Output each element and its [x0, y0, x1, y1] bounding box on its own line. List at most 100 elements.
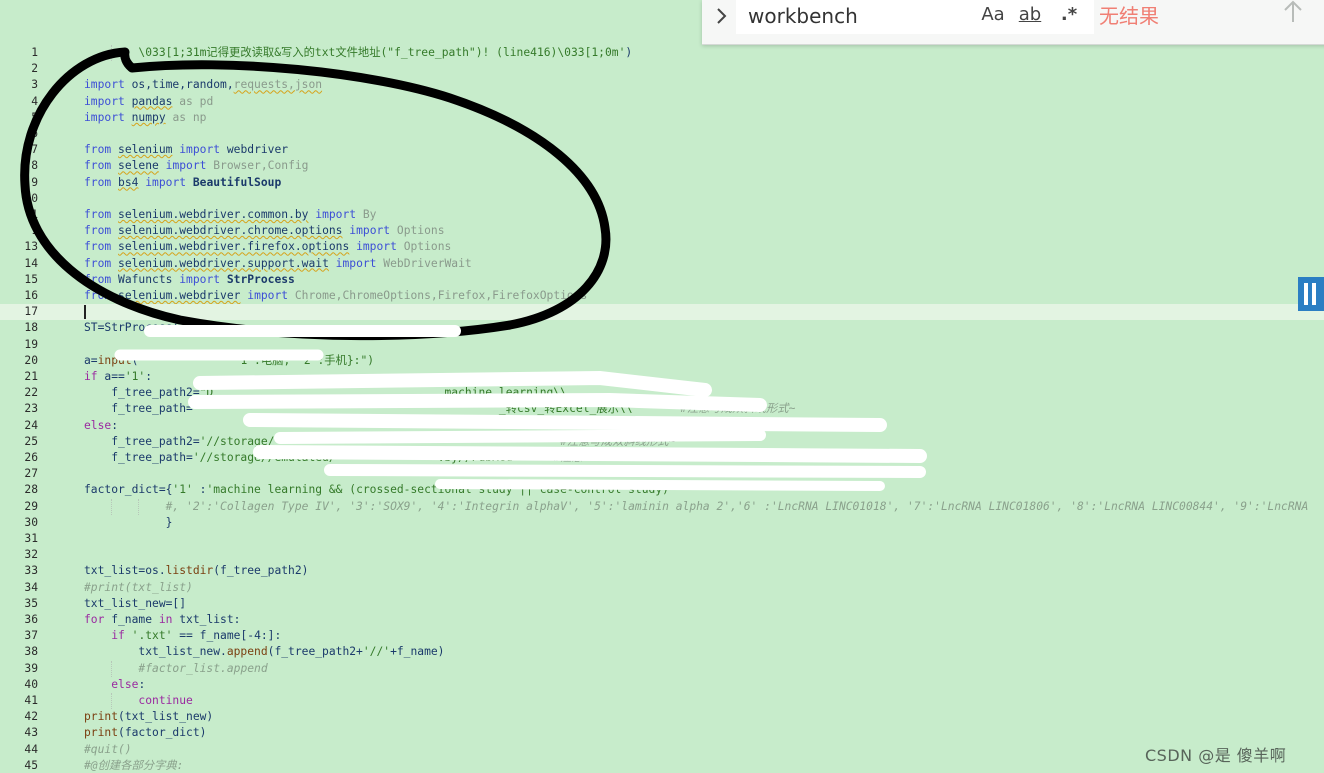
find-input[interactable]: [748, 4, 968, 28]
code-line[interactable]: 7 from selenium import webdriver: [0, 142, 1324, 158]
code-line[interactable]: 16 from selenium.webdriver import Chrome,…: [0, 288, 1324, 304]
code-line[interactable]: 39 #factor_list.append: [0, 660, 1324, 677]
code-line[interactable]: 32: [0, 547, 1324, 563]
code-line[interactable]: 25 f_tree_path2='//storage/ #注意写成双斜线形式~: [0, 434, 1324, 450]
code-line[interactable]: 13 from selenium.webdriver.firefox.option…: [0, 239, 1324, 255]
code-text: from Wafuncts import StrProcess: [84, 272, 295, 288]
code-token: selenium.webdriver.chrome.options: [118, 224, 343, 238]
code-line[interactable]: 2: [0, 61, 1324, 77]
code-line[interactable]: 30 }: [0, 515, 1324, 531]
code-line[interactable]: 26 f_tree_path='//storage//emulated/ .by…: [0, 450, 1324, 466]
code-line[interactable]: 24 else:: [0, 418, 1324, 434]
code-line[interactable]: 15 from Wafuncts import StrProcess: [0, 272, 1324, 288]
code-text: print(factor_dict): [84, 725, 206, 741]
code-line[interactable]: 1 from selenium.webdriver.chrome.options …: [0, 223, 1324, 239]
code-line[interactable]: 38 txt_list_new.append(f_tree_path2+'//'…: [0, 644, 1324, 660]
code-line[interactable]: 44 #quit(): [0, 742, 1324, 758]
code-line[interactable]: 3 import os,time,random,requests,json: [0, 77, 1324, 93]
code-line[interactable]: 14 from selenium.webdriver.support.wait i…: [0, 256, 1324, 272]
code-token: #注意: [553, 451, 583, 464]
line-number: 6: [31, 127, 38, 140]
code-line[interactable]: 36 for f_name in txt_list:: [0, 612, 1324, 628]
code-line[interactable]: 27: [0, 466, 1324, 482]
code-token: \033[1;0m': [557, 46, 626, 59]
code-line[interactable]: 4 import pandas as pd: [0, 94, 1324, 110]
code-token: txt_list=os.: [84, 564, 166, 578]
code-line[interactable]: 23 f_tree_path=" _转csv_转Excel_展示\\" #注意写…: [0, 401, 1324, 417]
code-token: listdir: [165, 564, 214, 578]
line-number: 0: [31, 191, 38, 205]
code-text: import pandas as pd: [84, 94, 213, 110]
code-text: #print(txt_list): [84, 580, 193, 596]
whole-word-toggle[interactable]: ab: [1014, 2, 1046, 28]
code-line[interactable]: 43 print(factor_dict): [0, 725, 1324, 741]
code-token: if: [84, 370, 98, 383]
code-line[interactable]: 6: [0, 126, 1324, 142]
indent-guide: [138, 498, 140, 515]
code-line[interactable]: 34 #print(txt_list): [0, 580, 1324, 596]
code-line[interactable]: 29 #, '2':'Collagen Type IV', '3':'SOX9'…: [0, 498, 1324, 515]
regex-toggle[interactable]: .*: [1054, 2, 1084, 28]
code-token: '.txt': [131, 629, 173, 643]
code-line[interactable]: 37 if '.txt' == f_name[-4:]:: [0, 628, 1324, 644]
arrow-up-icon[interactable]: [1282, 0, 1304, 32]
code-editor[interactable]: 1 \033[1;31m记得更改读取&写入的txt文件地址("f_tree_pa…: [0, 45, 1324, 773]
code-line[interactable]: 19: [0, 337, 1324, 353]
code-line[interactable]: 17: [0, 304, 1324, 321]
code-token: from: [84, 208, 112, 221]
code-token: import: [158, 159, 207, 173]
line-number: 16: [24, 289, 38, 302]
line-number: 4: [31, 94, 38, 108]
code-line[interactable]: 45 #@创建各部分字典:: [0, 758, 1324, 773]
match-case-toggle[interactable]: Aa: [978, 2, 1008, 28]
code-token: from: [84, 143, 112, 157]
code-token: import: [84, 110, 125, 124]
code-text: f_tree_path2='//storage/ #注意写成双斜线形式~: [84, 434, 675, 450]
code-text: f_tree_path=" _转csv_转Excel_展示\\" #注意写成双斜…: [84, 401, 795, 417]
code-line[interactable]: 0: [0, 191, 1324, 207]
line-number: 30: [24, 515, 38, 529]
code-token: import: [84, 94, 125, 108]
code-text: from selene import Browser,Config: [84, 158, 308, 174]
code-line[interactable]: 22 f_tree_path2="D machine learning\\: [0, 385, 1324, 401]
code-line[interactable]: 8 from selene import Browser,Config: [0, 158, 1324, 174]
code-line[interactable]: 1 \033[1;31m记得更改读取&写入的txt文件地址("f_tree_pa…: [0, 45, 1324, 62]
code-line[interactable]: 20 a=input( '1':电脑, '2':手机}:"): [0, 353, 1324, 369]
line-number: 1: [31, 224, 38, 238]
code-line[interactable]: 9 from bs4 import BeautifulSoup: [0, 175, 1324, 191]
code-token: ST=StrProcess(: [84, 321, 180, 335]
code-text: f_tree_path2="D machine learning\\: [84, 385, 567, 401]
code-token: +f_name): [390, 645, 445, 659]
code-token: ): [625, 46, 633, 59]
code-token: #factor_list.append: [138, 661, 268, 675]
code-text: from selenium.webdriver.firefox.options …: [84, 239, 451, 255]
scrollbar-marker[interactable]: [1294, 273, 1324, 315]
code-line[interactable]: 28 factor_dict={'1' :'machine learning &&…: [0, 482, 1324, 498]
code-line[interactable]: 33 txt_list=os.listdir(f_tree_path2): [0, 563, 1324, 579]
code-line[interactable]: 5 import numpy as np: [0, 110, 1324, 126]
code-token: import: [84, 78, 125, 92]
code-text: a=input( '1':电脑, '2':手机}:"): [84, 353, 374, 369]
code-line[interactable]: 1 from selenium.webdriver.common.by impor…: [0, 207, 1324, 223]
code-line[interactable]: 21 if a=='1':: [0, 369, 1324, 385]
code-token: for: [84, 613, 105, 626]
code-line[interactable]: 41 continue: [0, 693, 1324, 710]
code-token: selenium.webdriver: [118, 289, 241, 302]
line-number: 18: [24, 321, 38, 335]
code-token: selenium.webdriver.common.by: [118, 208, 309, 221]
code-line[interactable]: 42 print(txt_list_new): [0, 709, 1324, 725]
chevron-right-icon[interactable]: [710, 5, 732, 27]
code-token: requests,json: [233, 78, 323, 92]
code-token: from: [84, 272, 112, 286]
line-number: 17: [24, 305, 38, 319]
code-line[interactable]: 35 txt_list_new=[]: [0, 596, 1324, 612]
code-line[interactable]: 18 ST=StrProcess(: [0, 320, 1324, 336]
code-token: factor_dict={: [84, 483, 173, 497]
code-line[interactable]: 40 else:: [0, 677, 1324, 693]
code-line[interactable]: 31: [0, 531, 1324, 547]
code-token: \033[1;31m记得更改读取&写入的txt文件地址("f_tree_path…: [138, 46, 483, 59]
